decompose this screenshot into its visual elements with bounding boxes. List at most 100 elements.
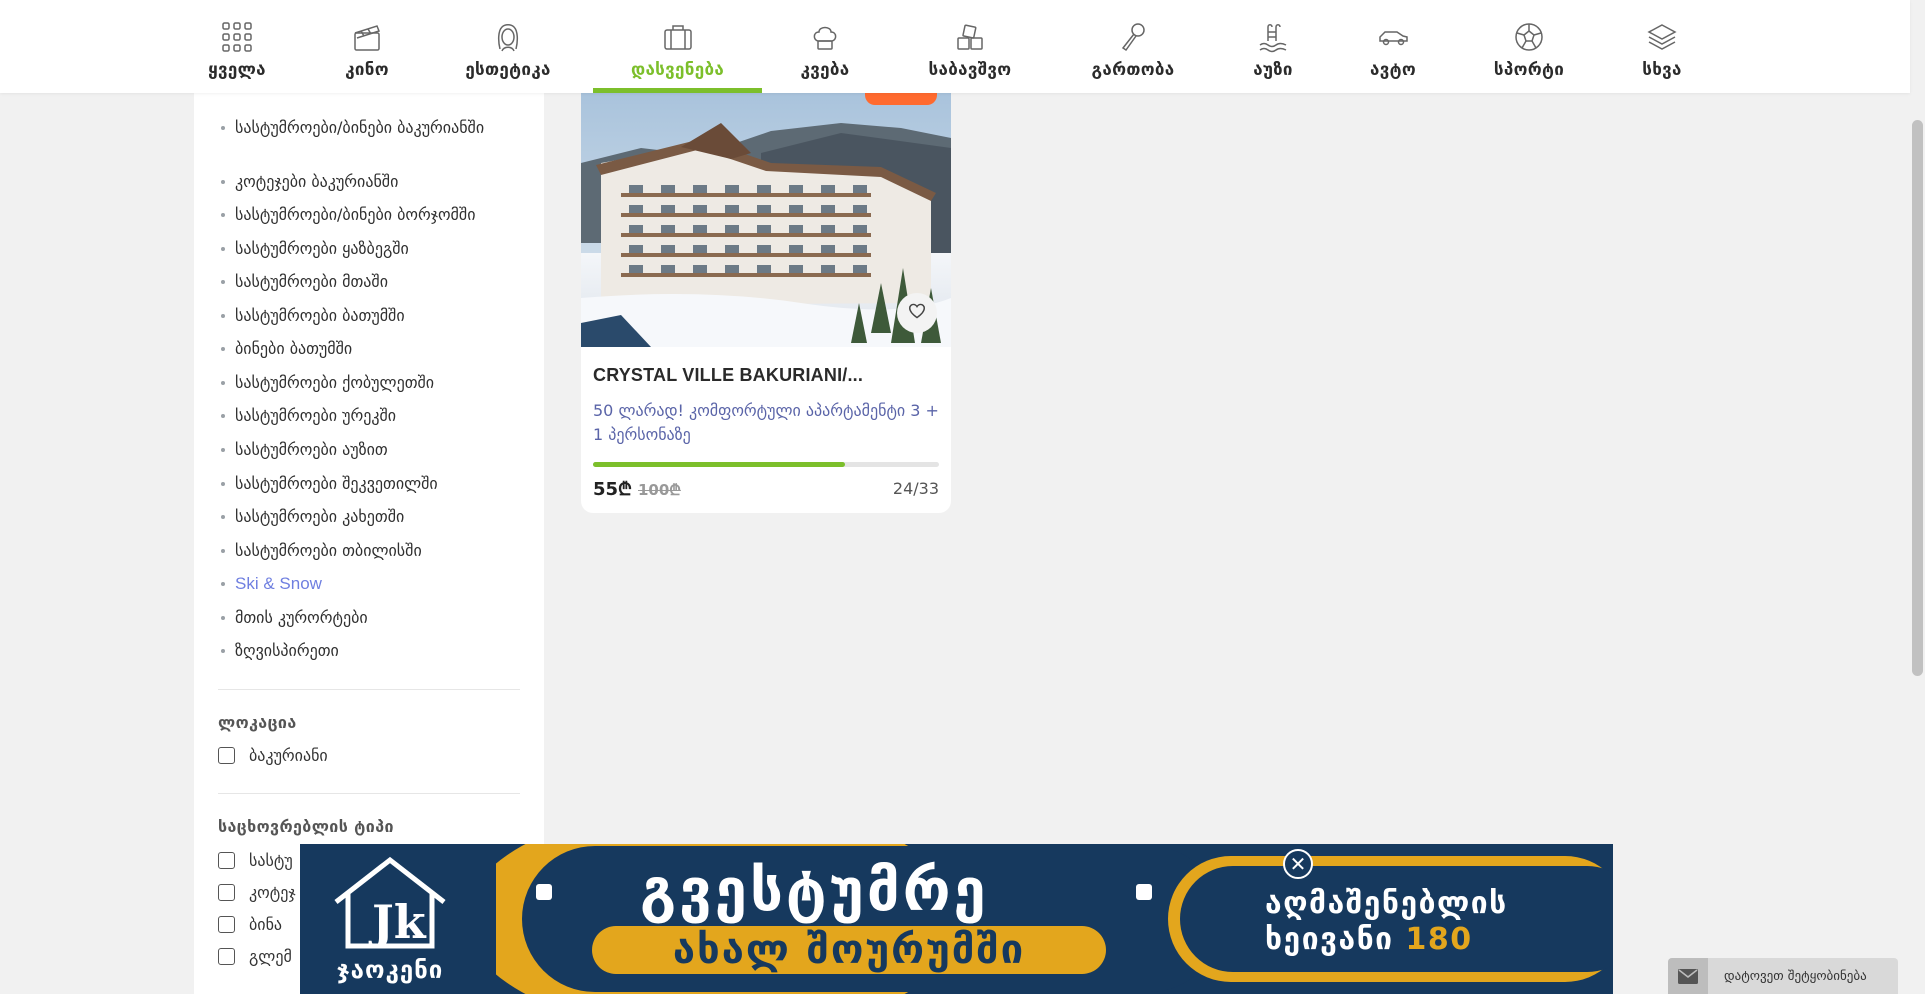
nav-label: დასვენება xyxy=(630,60,725,80)
nav-label: კვება xyxy=(800,60,850,80)
category-label: სასტუმროები თბილისში xyxy=(235,541,422,560)
nav-label: ყველა xyxy=(208,60,266,80)
nav-label: აუზი xyxy=(1253,60,1293,80)
nav-item-aesthetics[interactable]: ესთეტიკა xyxy=(460,0,556,93)
svg-text:Jk: Jk xyxy=(368,895,427,949)
pool-ladder-icon xyxy=(1256,20,1290,54)
category-label: სასტუმროები შეკვეთილში xyxy=(235,474,438,493)
checkbox[interactable] xyxy=(218,916,235,933)
layers-icon xyxy=(1645,20,1679,54)
banner-logo-text: ჯაოკენი xyxy=(336,956,444,984)
heart-icon xyxy=(908,303,926,323)
ad-banner[interactable]: Jk ჯაოკენი გვესტუმრე ახალ შოურუმში აღმაშ… xyxy=(300,844,1613,994)
checkbox[interactable] xyxy=(218,747,235,764)
nav-label: ესთეტიკა xyxy=(465,60,551,80)
banner-address-line2: ხეივანი 180 xyxy=(1265,922,1473,957)
favorite-button[interactable] xyxy=(897,293,937,333)
nav-item-sport[interactable]: სპორტი xyxy=(1492,0,1566,93)
old-price: 100₾ xyxy=(638,481,681,499)
category-label: კოტეჯები ბაკურიანში xyxy=(235,172,399,191)
category-item[interactable]: სასტუმროები მთაში xyxy=(218,271,518,292)
product-title[interactable]: CRYSTAL VILLE BAKURIANI/... xyxy=(593,365,943,386)
category-item[interactable]: სასტუმროები კახეთში xyxy=(218,506,518,527)
nav-label: გართობა xyxy=(1091,60,1175,80)
grid-icon xyxy=(220,20,254,54)
category-item[interactable]: სასტუმროები ქობულეთში xyxy=(218,372,518,393)
checkbox-label: ბინა xyxy=(249,915,283,934)
category-label: სასტუმროები ურეკში xyxy=(235,406,397,425)
current-price: 55₾ xyxy=(593,479,632,500)
microphone-icon xyxy=(1116,20,1150,54)
discount-badge xyxy=(865,93,937,105)
checkbox-label: კოტეჯ xyxy=(249,883,296,902)
checkbox-label: ბაკურიანი xyxy=(249,746,328,765)
divider xyxy=(218,689,520,690)
category-label: სასტუმროები/ბინები ბორჯომში xyxy=(235,205,476,224)
scrollbar-thumb[interactable] xyxy=(1912,120,1923,676)
checkbox[interactable] xyxy=(218,948,235,965)
checkbox[interactable] xyxy=(218,852,235,869)
banner-dot xyxy=(536,884,552,900)
banner-dot xyxy=(1136,884,1152,900)
banner-address-street: ხეივანი xyxy=(1265,922,1394,957)
location-checkbox-bakuriani[interactable]: ბაკურიანი xyxy=(218,746,328,765)
category-label: Ski & Snow xyxy=(235,574,322,593)
banner-subline: ახალ შოურუმში xyxy=(672,927,1026,973)
nav-item-vacation[interactable]: დასვენება xyxy=(593,0,762,93)
banner-address-line1: აღმაშენებლის xyxy=(1265,886,1508,921)
product-card[interactable]: CRYSTAL VILLE BAKURIANI/... 50 ლარად! კო… xyxy=(581,93,951,513)
page-scrollbar[interactable] xyxy=(1910,0,1925,994)
nav-item-all[interactable]: ყველა xyxy=(207,0,267,93)
car-icon xyxy=(1376,20,1410,54)
accommodation-heading: საცხოვრებლის ტიპი xyxy=(218,817,394,836)
category-item-active[interactable]: Ski & Snow xyxy=(218,573,518,594)
nav-label: კინო xyxy=(345,60,389,80)
nav-item-pool[interactable]: აუზი xyxy=(1250,0,1296,93)
category-label: სასტუმროები ქობულეთში xyxy=(235,373,435,392)
category-label: სასტუმროები კახეთში xyxy=(235,507,405,526)
category-nav: ყველა კინო ესთეტიკა დასვენება კვება საბა… xyxy=(0,0,1910,93)
nav-item-auto[interactable]: ავტო xyxy=(1369,0,1417,93)
nav-item-kids[interactable]: საბავშვო xyxy=(925,0,1015,93)
nav-label: სპორტი xyxy=(1493,60,1565,80)
category-label: სასტუმროები ბათუმში xyxy=(235,306,405,325)
category-item[interactable]: სასტუმროები/ბინები ბაკურიანში xyxy=(218,117,518,138)
accommodation-checkbox[interactable]: ბინა xyxy=(218,915,282,934)
category-item[interactable]: სასტუმროები აუზით xyxy=(218,439,518,460)
category-item[interactable]: სასტუმროები ბათუმში xyxy=(218,305,518,326)
banner-close-button[interactable]: ✕ xyxy=(1283,849,1313,879)
category-item[interactable]: კოტეჯები ბაკურიანში xyxy=(218,171,518,192)
accommodation-checkbox[interactable]: გლემ xyxy=(218,947,292,966)
banner-headline: გვესტუმრე xyxy=(640,856,989,924)
nav-item-other[interactable]: სხვა xyxy=(1640,0,1684,93)
leave-message-widget[interactable]: დატოვეთ შეტყობინება xyxy=(1668,958,1898,994)
checkbox[interactable] xyxy=(218,884,235,901)
category-item[interactable]: ზღვისპირეთი xyxy=(218,640,518,661)
active-tab-indicator xyxy=(593,88,762,93)
sales-progress-fill xyxy=(593,462,845,467)
nav-item-cinema[interactable]: კინო xyxy=(339,0,395,93)
accommodation-checkbox[interactable]: კოტეჯ xyxy=(218,883,296,902)
category-label: ბინები ბათუმში xyxy=(235,339,353,358)
product-description[interactable]: 50 ლარად! კომფორტული აპარტამენტი 3 + 1 პ… xyxy=(593,399,943,447)
nav-item-food[interactable]: კვება xyxy=(799,0,851,93)
hotel-photo[interactable] xyxy=(581,93,951,347)
nav-label: სხვა xyxy=(1642,60,1682,80)
category-item[interactable]: ბინები ბათუმში xyxy=(218,338,518,359)
checkbox-label: გლემ xyxy=(249,947,292,966)
category-label: მთის კურორტები xyxy=(235,608,368,627)
sales-progress-bar xyxy=(593,462,939,467)
category-item[interactable]: სასტუმროები ყაზბეგში xyxy=(218,238,518,259)
woman-face-icon xyxy=(491,20,525,54)
category-item[interactable]: სასტუმროები თბილისში xyxy=(218,540,518,561)
chef-hat-icon xyxy=(808,20,842,54)
category-item[interactable]: სასტუმროები/ბინები ბორჯომში xyxy=(218,204,528,225)
category-item[interactable]: მთის კურორტები xyxy=(218,607,518,628)
category-item[interactable]: სასტუმროები შეკვეთილში xyxy=(218,473,518,494)
category-label: სასტუმროები აუზით xyxy=(235,440,388,459)
nav-item-entertainment[interactable]: გართობა xyxy=(1087,0,1179,93)
category-item[interactable]: სასტუმროები ურეკში xyxy=(218,405,518,426)
nav-label: ავტო xyxy=(1370,60,1416,80)
toy-blocks-icon xyxy=(953,20,987,54)
accommodation-checkbox[interactable]: სასტუ xyxy=(218,851,293,870)
